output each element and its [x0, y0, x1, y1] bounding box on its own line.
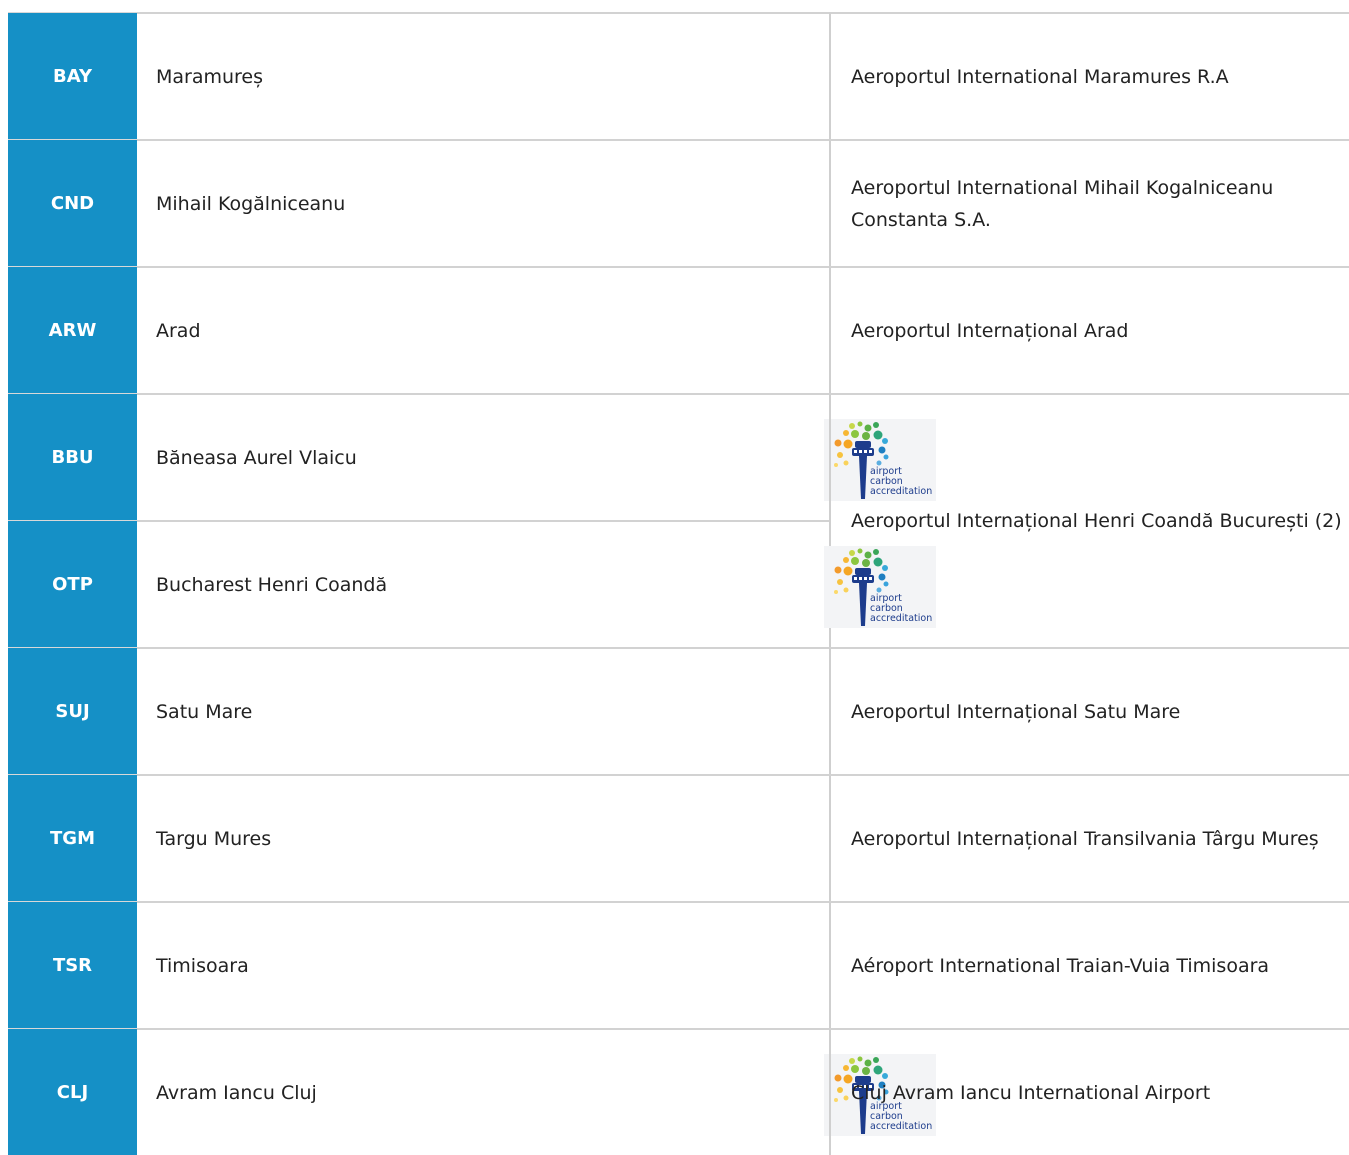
- airport-name-text: Arad: [156, 319, 201, 342]
- airport-operator-text: Aeroportul Internațional Satu Mare: [851, 700, 1181, 723]
- airport-name-text: Mihail Kogălniceanu: [156, 192, 346, 215]
- airport-name-text: Băneasa Aurel Vlaicu: [156, 446, 357, 469]
- airport-operator-text: Aéroport International Traian-Vuia Timis…: [851, 954, 1270, 977]
- airport-name: Arad: [137, 266, 829, 393]
- airport-name-text: Timisoara: [156, 954, 249, 977]
- table-row: ARW Arad Aeroportul Internațional Arad: [8, 266, 1349, 393]
- airport-operator: Cluj Avram Iancu International Airport: [829, 1028, 1349, 1155]
- airport-operator: Aeroportul Internațional Transilvania Tâ…: [829, 774, 1349, 901]
- airport-operator-text: Aeroportul International Mihail Kogalnic…: [851, 176, 1274, 231]
- airport-code: TGM: [8, 774, 137, 901]
- airport-operator: Aeroportul International Mihail Kogalnic…: [829, 139, 1349, 266]
- airport-name: Băneasa Aurel Vlaicu airport carbon accr…: [137, 393, 936, 520]
- airport-code: CND: [8, 139, 137, 266]
- airport-operator-text: Aeroportul Internațional Arad: [851, 319, 1129, 342]
- table-row: CND Mihail Kogălniceanu Aeroportul Interna…: [8, 139, 1349, 266]
- airport-name: Satu Mare: [137, 647, 829, 774]
- airport-name-text: Targu Mures: [156, 827, 272, 850]
- airport-name-text: Maramureș: [156, 65, 264, 88]
- airport-name: Timisoara: [137, 901, 829, 1028]
- airport-operator-text: Cluj Avram Iancu International Airport: [851, 1081, 1211, 1104]
- airport-name: Bucharest Henri Coandă airport carbon ac…: [137, 520, 936, 647]
- table-row: TSR Timisoara Aéroport International Traia…: [8, 901, 1349, 1028]
- airport-name-text: Avram Iancu Cluj: [156, 1081, 317, 1104]
- table-row: SUJ Satu Mare Aeroportul Internațional Sat…: [8, 647, 1349, 774]
- table-row: BBU Băneasa Aurel Vlaicu airport carbon a…: [8, 393, 1349, 647]
- aca-label-accreditation: accreditation: [870, 613, 932, 624]
- airport-operator-text: Aeroportul International Maramures R.A: [851, 65, 1229, 88]
- airport-code: SUJ: [8, 647, 137, 774]
- airport-operator: Aeroportul Internațional Satu Mare: [829, 647, 1349, 774]
- table-row: CLJ Avram Iancu Cluj airport carbon accre…: [8, 1028, 1349, 1155]
- airport-code: BBU: [8, 393, 137, 520]
- airport-name: Targu Mures: [137, 774, 829, 901]
- airport-operator-text: Aeroportul Internațional Transilvania Tâ…: [851, 827, 1319, 850]
- airport-code: OTP: [8, 520, 137, 647]
- table-row: TGM Targu Mures Aeroportul Internațional T…: [8, 774, 1349, 901]
- airport-code: BAY: [8, 12, 137, 139]
- airport-name: Maramureș: [137, 12, 829, 139]
- airport-name-text: Satu Mare: [156, 700, 253, 723]
- airport-operator: Aeroportul Internațional Arad: [829, 266, 1349, 393]
- airport-name: Mihail Kogălniceanu: [137, 139, 829, 266]
- table-row: OTP Bucharest Henri Coandă airport carbon…: [8, 520, 1349, 647]
- airport-operator: Aéroport International Traian-Vuia Timis…: [829, 901, 1349, 1028]
- airport-operator: Aeroportul International Maramures R.A: [829, 12, 1349, 139]
- airport-code: ARW: [8, 266, 137, 393]
- airport-carbon-accreditation-logo-icon: airport carbon accreditation: [824, 546, 936, 628]
- airport-code: TSR: [8, 901, 137, 1028]
- table-row: BAY Maramureș Aeroportul International Mar…: [8, 12, 1349, 139]
- airport-code: CLJ: [8, 1028, 137, 1155]
- airports-table: BAY Maramureș Aeroportul International Mar…: [8, 12, 1349, 1155]
- airport-name: Avram Iancu Cluj airport carbon accredit…: [137, 1028, 936, 1155]
- airport-name-text: Bucharest Henri Coandă: [156, 573, 388, 596]
